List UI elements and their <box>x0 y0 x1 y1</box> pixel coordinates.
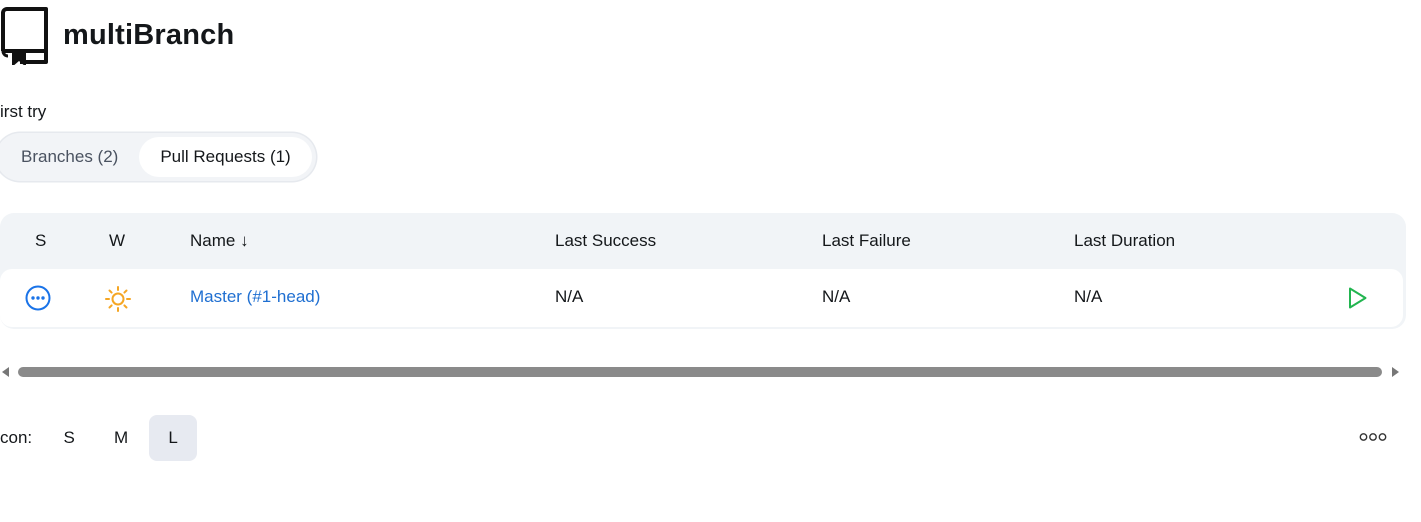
tab-bar: Branches (2) Pull Requests (1) <box>0 133 316 181</box>
page-header: multiBranch <box>0 4 234 66</box>
tab-pull-requests[interactable]: Pull Requests (1) <box>139 137 312 177</box>
scroll-left-arrow-icon[interactable] <box>0 366 10 378</box>
icon-size-l-button[interactable]: L <box>149 415 198 461</box>
column-weather[interactable]: W <box>109 231 125 251</box>
sunny-icon <box>105 286 131 312</box>
column-status[interactable]: S <box>35 231 46 251</box>
pending-dots-icon <box>25 285 51 311</box>
page-title: multiBranch <box>63 18 235 51</box>
job-name-link[interactable]: Master (#1-head) <box>190 287 320 307</box>
icon-size-label: con: <box>0 428 33 447</box>
icon-size-m-button[interactable]: M <box>97 415 145 461</box>
tab-branches[interactable]: Branches (2) <box>0 137 139 177</box>
column-last-success[interactable]: Last Success <box>555 231 656 251</box>
horizontal-scrollbar[interactable] <box>0 362 1406 380</box>
icon-size-selector: con: S M L <box>0 414 201 462</box>
column-name[interactable]: Name ↓ <box>190 231 249 251</box>
table-row: Master (#1-head) N/A N/A N/A <box>0 269 1403 327</box>
scroll-thumb[interactable] <box>18 367 1382 377</box>
projects-table: S W Name ↓ Last Success Last Failure Las… <box>0 213 1406 329</box>
play-icon[interactable] <box>1344 285 1370 311</box>
column-last-duration[interactable]: Last Duration <box>1074 231 1175 251</box>
last-failure-value: N/A <box>822 287 851 306</box>
scroll-right-arrow-icon[interactable] <box>1391 366 1401 378</box>
repo-bookmark-icon <box>1 7 48 65</box>
table-header: S W Name ↓ Last Success Last Failure Las… <box>0 213 1406 269</box>
last-success-value: N/A <box>555 287 584 306</box>
icon-size-s-button[interactable]: S <box>45 415 93 461</box>
job-description: irst try <box>0 102 47 121</box>
last-duration-value: N/A <box>1074 287 1103 306</box>
column-last-failure[interactable]: Last Failure <box>822 231 911 251</box>
legend-dots-icon[interactable] <box>1359 431 1387 443</box>
